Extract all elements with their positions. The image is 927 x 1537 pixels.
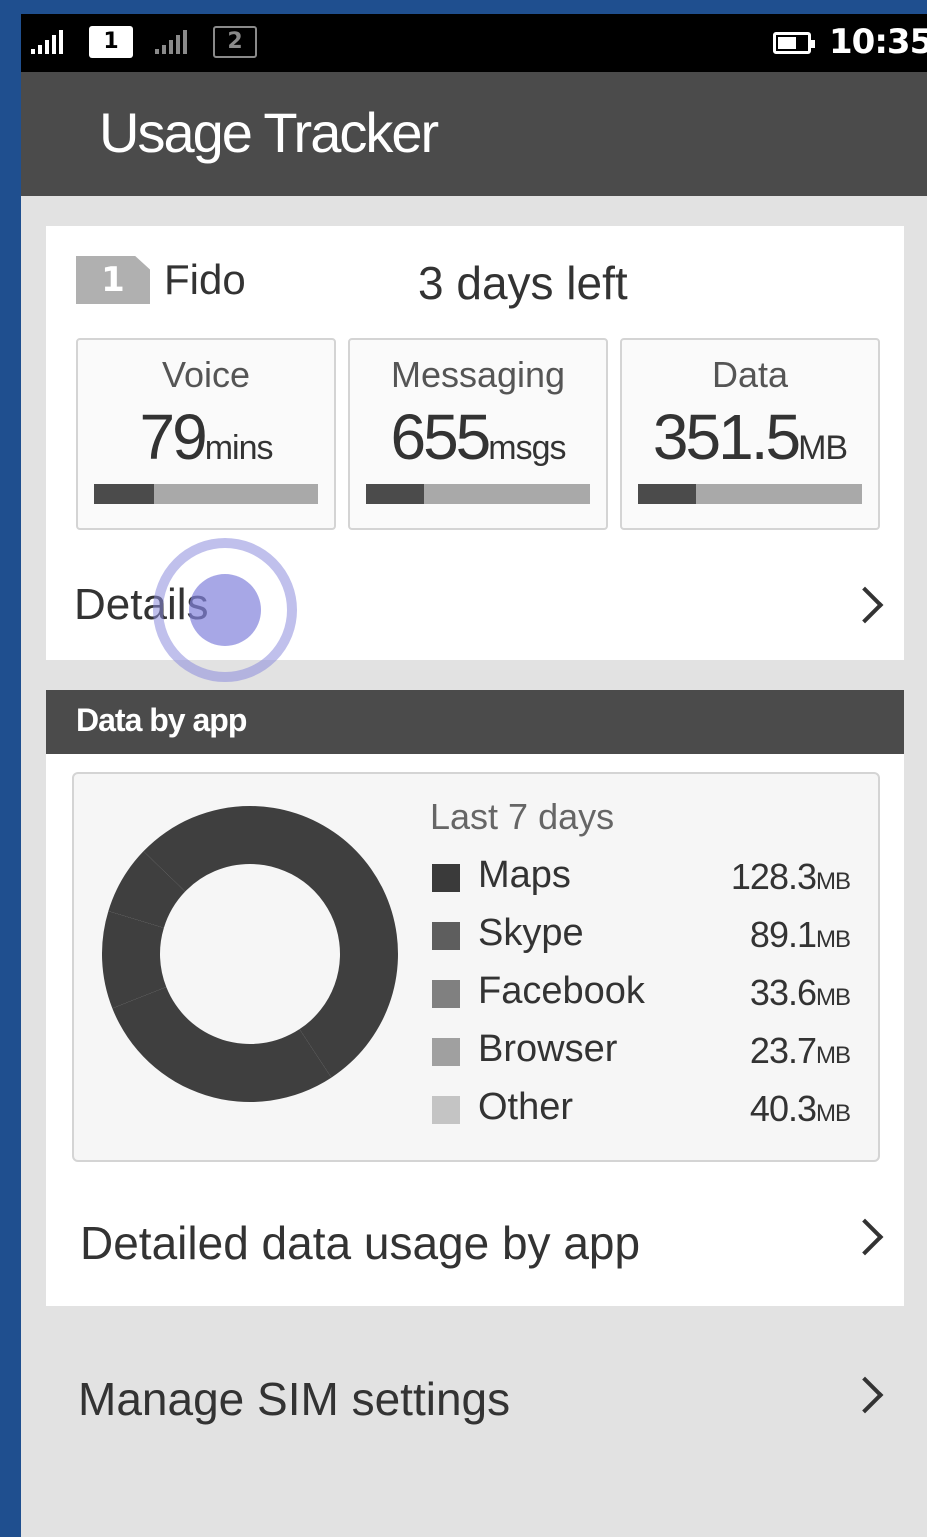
voice-tile[interactable]: Voice 79mins (76, 338, 336, 530)
days-left: 3 days left (418, 257, 628, 309)
legend-label: Skype (478, 912, 584, 954)
signal-icon-sim2 (155, 30, 187, 54)
chart-period: Last 7 days (430, 796, 615, 837)
legend-item-other: Other 40.3MB (430, 1086, 851, 1132)
usage-bar (366, 484, 590, 504)
sim-card-icon: 1 (76, 256, 150, 304)
detailed-data-usage-link[interactable]: Detailed data usage by app (46, 1168, 904, 1306)
legend-label: Facebook (478, 970, 645, 1012)
legend-swatch (432, 1038, 460, 1066)
tile-label: Messaging (390, 354, 566, 395)
legend-value: 23.7MB (749, 1030, 851, 1071)
sim1-indicator: 1 (89, 26, 133, 58)
manage-sim-settings-link[interactable]: Manage SIM settings (46, 1322, 904, 1482)
sim-header: 1 Fido (76, 256, 246, 304)
messaging-tile[interactable]: Messaging 655msgs (348, 338, 608, 530)
battery-icon (773, 32, 815, 54)
chart-panel: Last 7 days Maps 128.3MB Skype 89.1MB Facebo… (72, 772, 880, 1162)
usage-donut-chart (102, 806, 398, 1102)
legend-label: Maps (478, 854, 571, 896)
legend-item-maps: Maps 128.3MB (430, 854, 851, 900)
usage-bar (94, 484, 318, 504)
legend-swatch (432, 922, 460, 950)
chevron-right-icon (846, 1376, 884, 1414)
donut-slice-maps (250, 806, 398, 1078)
donut-slice-skype (112, 987, 332, 1102)
legend-value: 40.3MB (749, 1088, 851, 1129)
legend-value: 89.1MB (749, 914, 851, 955)
sim2-indicator: 2 (213, 26, 257, 58)
section-title: Data by app (76, 702, 247, 738)
phone-screen: 1 2 10:35 Usage Tracker 1 Fido 3 days le… (21, 14, 927, 1537)
data-tile[interactable]: Data 351.5MB (620, 338, 880, 530)
carrier-name: Fido (164, 256, 246, 303)
status-time: 10:35 (829, 22, 927, 62)
section-header: Data by app (46, 690, 904, 754)
legend-swatch (432, 864, 460, 892)
legend-value: 128.3MB (730, 856, 851, 897)
legend-swatch (432, 1096, 460, 1124)
tile-label: Voice (161, 354, 251, 395)
tile-value: 655msgs (390, 401, 566, 473)
legend-item-facebook: Facebook 33.6MB (430, 970, 851, 1016)
legend-item-browser: Browser 23.7MB (430, 1028, 851, 1074)
tile-label: Data (711, 354, 789, 395)
tile-value: 79mins (139, 401, 274, 473)
legend-label: Other (478, 1086, 574, 1128)
data-by-app-card: Last 7 days Maps 128.3MB Skype 89.1MB Facebo… (46, 754, 904, 1306)
app-bar: Usage Tracker (21, 72, 927, 196)
tile-value: 351.5MB (652, 401, 848, 473)
signal-icon-sim1 (31, 30, 63, 54)
status-bar: 1 2 10:35 (21, 14, 927, 72)
chevron-right-icon (846, 586, 884, 624)
chevron-right-icon (846, 1218, 884, 1256)
usage-bar (638, 484, 862, 504)
touch-indicator (153, 538, 297, 682)
manage-sim-label: Manage SIM settings (78, 1373, 511, 1425)
legend-item-skype: Skype 89.1MB (430, 912, 851, 958)
legend-label: Browser (478, 1028, 618, 1070)
page-title: Usage Tracker (99, 101, 439, 164)
legend-swatch (432, 980, 460, 1008)
detailed-usage-label: Detailed data usage by app (80, 1217, 641, 1269)
legend-value: 33.6MB (749, 972, 851, 1013)
